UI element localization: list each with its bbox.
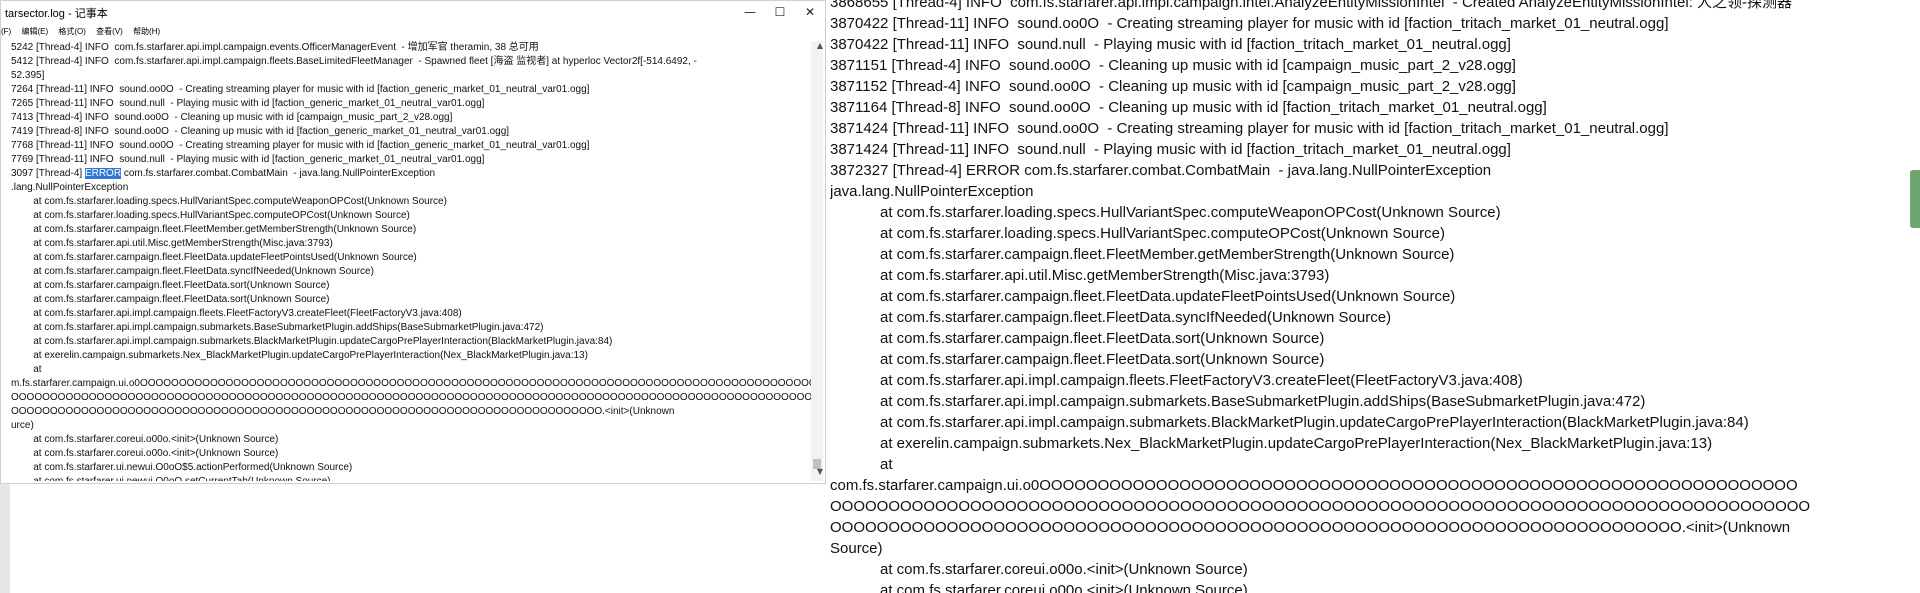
text-line: at com.fs.starfarer.campaign.fleet.Fleet… bbox=[11, 280, 330, 291]
text-line: at com.fs.starfarer.ui.newui.O0oO.setCur… bbox=[11, 475, 811, 481]
menu-view[interactable]: 查看(V) bbox=[96, 27, 123, 36]
text-line: 7419 [Thread-8] INFO sound.oo0O - Cleani… bbox=[11, 126, 510, 137]
vertical-scrollbar[interactable] bbox=[811, 41, 823, 481]
text-line: 52.395] bbox=[11, 70, 45, 81]
text-area[interactable]: 5242 [Thread-4] INFO com.fs.starfarer.ap… bbox=[11, 41, 811, 481]
close-button[interactable]: ✕ bbox=[795, 1, 825, 23]
log-line: at com.fs.starfarer.coreui.o00o.<init>(U… bbox=[830, 582, 1248, 593]
text-line: at com.fs.starfarer.campaign.fleet.Fleet… bbox=[11, 224, 417, 235]
text-line: at com.fs.starfarer.campaign.fleet.Fleet… bbox=[11, 252, 417, 263]
scroll-down-icon[interactable]: ▼ bbox=[817, 467, 823, 476]
log-line: 3870422 [Thread-11] INFO sound.null - Pl… bbox=[830, 36, 1511, 53]
text-line: at com.fs.starfarer.coreui.o00o.<init>(U… bbox=[11, 434, 279, 445]
text-line: 5242 [Thread-4] INFO com.fs.starfarer.ap… bbox=[11, 42, 539, 53]
log-line: at com.fs.starfarer.campaign.fleet.Fleet… bbox=[830, 351, 1325, 368]
menu-format[interactable]: 格式(O) bbox=[58, 27, 86, 36]
log-line: OOOOOOOOOOOOOOOOOOOOOOOOOOOOOOOOOOOOOOOO… bbox=[830, 498, 1811, 515]
selected-text[interactable]: ERROR bbox=[84, 168, 122, 179]
text-line: 5412 [Thread-4] INFO com.fs.starfarer.ap… bbox=[11, 56, 697, 67]
log-line: at com.fs.starfarer.loading.specs.HullVa… bbox=[830, 204, 1501, 221]
text-line: 7265 [Thread-11] INFO sound.null - Playi… bbox=[11, 98, 485, 109]
scroll-up-icon[interactable]: ▲ bbox=[817, 41, 823, 50]
text-line: at com.fs.starfarer.ui.newui.O0oO$5.acti… bbox=[11, 462, 353, 473]
error-line-suffix: com.fs.starfarer.combat.CombatMain - jav… bbox=[121, 168, 436, 179]
log-line: at com.fs.starfarer.loading.specs.HullVa… bbox=[830, 225, 1445, 242]
log-line: 3872327 [Thread-4] ERROR com.fs.starfare… bbox=[830, 162, 1492, 179]
title-bar: tarsector.log - 记事本 — ☐ ✕ bbox=[1, 1, 825, 23]
text-line: at com.fs.starfarer.api.impl.campaign.su… bbox=[11, 322, 544, 333]
text-line: at com.fs.starfarer.campaign.fleet.Fleet… bbox=[11, 294, 330, 305]
text-line: urce) bbox=[11, 420, 34, 431]
log-line: com.fs.starfarer.campaign.ui.o0OOOOOOOOO… bbox=[830, 477, 1798, 494]
log-line: 3871164 [Thread-8] INFO sound.oo0O - Cle… bbox=[830, 99, 1547, 116]
error-line-prefix: 3097 [Thread-4] bbox=[11, 168, 85, 179]
log-line: at com.fs.starfarer.api.util.Misc.getMem… bbox=[830, 267, 1330, 284]
log-line: 3871151 [Thread-4] INFO sound.oo0O - Cle… bbox=[830, 57, 1516, 74]
log-line: at com.fs.starfarer.campaign.fleet.Fleet… bbox=[830, 288, 1456, 305]
log-line: at com.fs.starfarer.campaign.fleet.Fleet… bbox=[830, 309, 1392, 326]
window-title: tarsector.log - 记事本 bbox=[5, 8, 108, 20]
menu-help[interactable]: 帮助(H) bbox=[133, 27, 160, 36]
log-line: java.lang.NullPointerException bbox=[830, 183, 1034, 200]
maximize-button[interactable]: ☐ bbox=[765, 1, 795, 23]
menu-file[interactable]: (F) bbox=[1, 27, 11, 36]
text-line: m.fs.starfarer.campaign.ui.o0OOOOOOOOOOO… bbox=[11, 378, 811, 389]
text-line: at com.fs.starfarer.campaign.fleet.Fleet… bbox=[11, 266, 374, 277]
log-line: at com.fs.starfarer.api.impl.campaign.su… bbox=[830, 393, 1646, 410]
log-line: at com.fs.starfarer.coreui.o00o.<init>(U… bbox=[830, 561, 1248, 578]
menu-bar: (F) 编辑(E) 格式(O) 查看(V) 帮助(H) bbox=[1, 26, 168, 40]
text-line: at com.fs.starfarer.api.impl.campaign.su… bbox=[11, 336, 613, 347]
log-lines: 3868655 [Thread-4] INFO com.fs.starfarer… bbox=[830, 0, 1920, 593]
log-line: at bbox=[830, 456, 893, 473]
text-line: at com.fs.starfarer.loading.specs.HullVa… bbox=[11, 196, 447, 207]
text-line: 7769 [Thread-11] INFO sound.null - Playi… bbox=[11, 154, 485, 165]
text-line: at com.fs.starfarer.api.util.Misc.getMem… bbox=[11, 238, 333, 249]
menu-edit[interactable]: 编辑(E) bbox=[21, 27, 48, 36]
text-line: 7264 [Thread-11] INFO sound.oo0O - Creat… bbox=[11, 84, 590, 95]
log-line: 3871152 [Thread-4] INFO sound.oo0O - Cle… bbox=[830, 78, 1516, 95]
text-line: at com.fs.starfarer.loading.specs.HullVa… bbox=[11, 210, 410, 221]
log-line: Source) bbox=[830, 540, 883, 557]
log-line: at exerelin.campaign.submarkets.Nex_Blac… bbox=[830, 435, 1713, 452]
log-line: 3868655 [Thread-4] INFO com.fs.starfarer… bbox=[830, 0, 1793, 11]
log-line: at com.fs.starfarer.api.impl.campaign.fl… bbox=[830, 372, 1523, 389]
text-line: at bbox=[11, 364, 42, 375]
text-line: .lang.NullPointerException bbox=[11, 182, 129, 193]
text-line: OOOOOOOOOOOOOOOOOOOOOOOOOOOOOOOOOOOOOOOO… bbox=[11, 392, 811, 403]
text-line: 3097 [Thread-4] ERROR com.fs.starfarer.c… bbox=[11, 167, 811, 181]
log-line: at com.fs.starfarer.campaign.fleet.Fleet… bbox=[830, 246, 1455, 263]
minimize-button[interactable]: — bbox=[735, 1, 765, 23]
text-line: 7768 [Thread-11] INFO sound.oo0O - Creat… bbox=[11, 140, 590, 151]
log-line: 3871424 [Thread-11] INFO sound.oo0O - Cr… bbox=[830, 120, 1669, 137]
text-line: 7413 [Thread-4] INFO sound.oo0O - Cleani… bbox=[11, 112, 453, 123]
log-line: OOOOOOOOOOOOOOOOOOOOOOOOOOOOOOOOOOOOOOOO… bbox=[830, 519, 1791, 536]
edge-tab-icon[interactable] bbox=[1910, 170, 1920, 228]
log-line: 3870422 [Thread-11] INFO sound.oo0O - Cr… bbox=[830, 15, 1669, 32]
text-line: at com.fs.starfarer.coreui.o00o.<init>(U… bbox=[11, 448, 279, 459]
zoomed-log-view: 3868655 [Thread-4] INFO com.fs.starfarer… bbox=[830, 0, 1920, 593]
text-line: at exerelin.campaign.submarkets.Nex_Blac… bbox=[11, 350, 588, 361]
text-line: OOOOOOOOOOOOOOOOOOOOOOOOOOOOOOOOOOOOOOOO… bbox=[11, 406, 675, 417]
log-line: 3871424 [Thread-11] INFO sound.null - Pl… bbox=[830, 141, 1511, 158]
log-line: at com.fs.starfarer.campaign.fleet.Fleet… bbox=[830, 330, 1325, 347]
text-line: at com.fs.starfarer.api.impl.campaign.fl… bbox=[11, 308, 462, 319]
log-line: at com.fs.starfarer.api.impl.campaign.su… bbox=[830, 414, 1749, 431]
notepad-window: tarsector.log - 记事本 — ☐ ✕ (F) 编辑(E) 格式(O… bbox=[0, 0, 826, 484]
desktop-background bbox=[0, 484, 826, 593]
